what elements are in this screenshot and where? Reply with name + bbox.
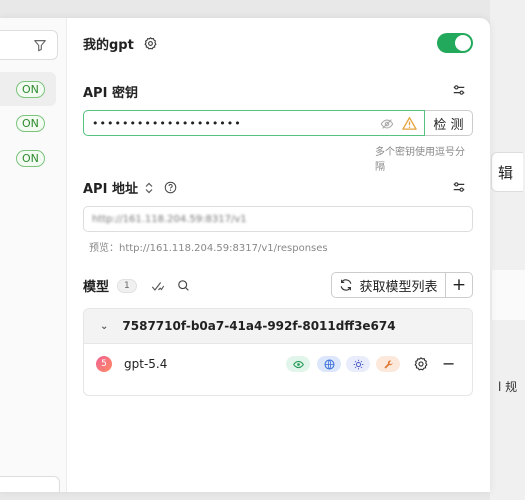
wrench-icon [383,359,393,369]
eye-off-icon [380,119,394,129]
api-key-header: API 密钥 [83,82,138,101]
provider-settings-panel: ON ON ON 我的gpt API 密钥 ••••••••••••••••••… [0,18,490,492]
filter-icon [34,40,46,52]
provider-enabled-toggle[interactable] [437,33,473,53]
models-count-badge: 1 [117,278,137,293]
refresh-icon [341,279,352,291]
check-api-key-button[interactable]: 检 测 [425,110,473,136]
models-header: 模型 1 [83,276,190,295]
provider-list-item[interactable]: ON [0,141,56,175]
search-icon [177,280,189,291]
warning-indicator [402,116,417,131]
vision-capability-badge [286,356,310,372]
model-group-header[interactable]: ⌄ 7587710f-b0a7-41a4-992f-8011dff3e674 [84,309,472,344]
fetch-models-button-group: 获取模型列表 + [331,272,473,298]
gear-icon [144,37,157,50]
api-key-options-button[interactable] [449,80,469,100]
eye-icon [292,360,304,368]
model-row[interactable]: 5 gpt-5.4 − [84,344,472,384]
provider-settings-button[interactable] [144,37,157,50]
model-search-button[interactable] [177,279,190,292]
filter-button[interactable] [0,30,58,60]
fetch-models-label: 获取模型列表 [359,279,438,295]
model-name: gpt-5.4 [124,357,168,371]
plus-icon: + [451,275,467,295]
gear-icon [414,357,428,371]
api-url-value: http://161.118.204.59:8317/v1 [92,213,247,225]
api-key-hint: 多个密钥使用逗号分隔 [375,147,465,173]
tool-capability-badge [376,356,400,372]
web-capability-badge [317,356,341,372]
background-card [492,270,525,320]
help-icon [164,181,177,194]
api-url-sort-button[interactable] [144,182,154,194]
reasoning-capability-badge [346,356,370,372]
api-key-value: •••••••••••••••••••• [92,116,242,130]
remove-model-button[interactable]: − [442,354,455,373]
model-logo-text: 5 [101,359,107,369]
background-area [490,0,525,500]
model-group-name: 7587710f-b0a7-41a4-992f-8011dff3e674 [122,319,396,333]
on-status-badge: ON [16,114,45,132]
fetch-models-button[interactable]: 获取模型列表 [332,273,446,297]
provider-list-item[interactable]: ON [0,72,56,106]
sliders-icon [453,85,465,95]
check-pulse-icon [151,281,164,291]
check-button-label: 检 测 [433,117,464,133]
toggle-visibility-button[interactable] [380,117,394,131]
globe-icon [324,359,334,369]
on-status-badge: ON [16,80,45,98]
provider-name: 我的gpt [83,38,134,53]
on-status-badge: ON [16,149,45,167]
model-logo-icon: 5 [96,356,112,372]
api-url-preview: 预览：http://161.118.204.59:8317/v1/respons… [89,243,328,254]
api-url-input[interactable]: http://161.118.204.59:8317/v1 [83,206,473,232]
api-url-options-button[interactable] [449,177,469,197]
api-url-label: API 地址 [83,182,138,197]
background-edit-button[interactable]: 辑 [491,152,523,192]
provider-list-item[interactable]: ON [0,106,56,140]
api-url-header: API 地址 [83,178,177,197]
api-key-label: API 密钥 [83,86,138,101]
provider-header: 我的gpt [83,34,157,53]
add-model-button[interactable]: + [446,275,472,295]
chevron-up-down-icon [145,182,153,193]
lightbulb-icon [353,359,363,369]
model-settings-button[interactable] [414,356,428,375]
api-url-help[interactable] [164,181,177,194]
api-key-input[interactable]: •••••••••••••••••••• [83,110,425,136]
models-label: 模型 [83,280,110,295]
add-provider-button[interactable] [0,476,60,492]
background-edit-label: 辑 [498,163,514,182]
model-health-check-button[interactable] [151,279,165,293]
chevron-down-icon: ⌄ [100,320,109,332]
provider-list: ON ON ON [0,18,67,492]
sliders-icon [453,182,465,192]
warning-icon [402,117,417,130]
model-group: ⌄ 7587710f-b0a7-41a4-992f-8011dff3e674 5… [83,308,473,396]
background-rule-text: l 规 [498,380,518,394]
minus-icon: − [442,354,456,373]
